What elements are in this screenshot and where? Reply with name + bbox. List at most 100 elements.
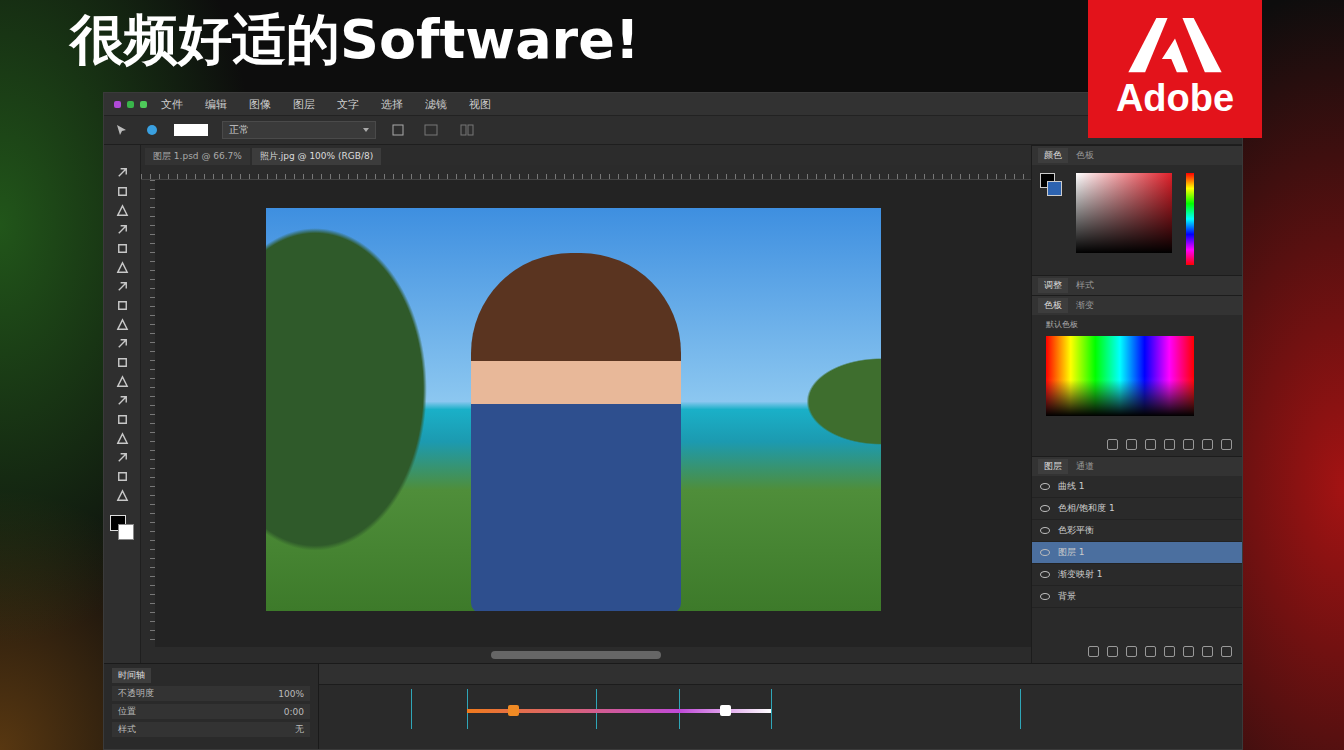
layer-action-icon[interactable]: [1107, 646, 1118, 657]
range-handle[interactable]: [720, 705, 731, 716]
panel-action-icon[interactable]: [1164, 439, 1175, 450]
panel-tab[interactable]: 色板: [1038, 298, 1068, 313]
tool-icon[interactable]: [115, 374, 130, 389]
layer-action-icon[interactable]: [1088, 646, 1099, 657]
document-tab[interactable]: 照片.jpg @ 100% (RGB/8): [252, 148, 381, 165]
timeline-track[interactable]: [319, 685, 1242, 749]
panel-action-icon[interactable]: [1145, 439, 1156, 450]
layer-action-icon[interactable]: [1183, 646, 1194, 657]
document-tabs: 图层 1.psd @ 66.7%照片.jpg @ 100% (RGB/8): [141, 145, 1031, 165]
panel-tab[interactable]: 渐变: [1070, 298, 1100, 313]
app-dot-icon: [140, 101, 147, 108]
right-panels: 颜色色板调整样式色板渐变默认色板图层通道曲线 1色相/饱和度 1色彩平衡图层 1…: [1031, 145, 1242, 663]
layer-row[interactable]: 曲线 1: [1032, 476, 1242, 498]
eye-icon[interactable]: [1040, 593, 1050, 600]
tool-icon[interactable]: [115, 222, 130, 237]
panel-tab[interactable]: 调整: [1038, 278, 1068, 293]
color-picker[interactable]: [1076, 173, 1172, 253]
canvas[interactable]: [141, 180, 1031, 647]
tool-icon[interactable]: [115, 469, 130, 484]
layer-action-icon[interactable]: [1145, 646, 1156, 657]
fg-bg-color-icon[interactable]: [1040, 173, 1062, 197]
dropdown-icon: [363, 128, 369, 132]
menu-bar: 文件编辑图像图层文字选择滤镜视图: [104, 93, 1242, 115]
tool-icon[interactable]: [115, 241, 130, 256]
app-dot-icon: [127, 101, 134, 108]
eye-icon[interactable]: [1040, 527, 1050, 534]
menu-item[interactable]: 编辑: [197, 97, 235, 112]
panel-action-icon[interactable]: [1202, 439, 1213, 450]
layer-action-icon[interactable]: [1164, 646, 1175, 657]
layer-action-icon[interactable]: [1221, 646, 1232, 657]
tool-icon[interactable]: [115, 203, 130, 218]
layer-row[interactable]: 背景: [1032, 586, 1242, 608]
color-panel-tabs: 颜色色板: [1032, 145, 1242, 165]
app-dot-icon: [114, 101, 121, 108]
layer-row[interactable]: 图层 1: [1032, 542, 1242, 564]
menu-item[interactable]: 文件: [153, 97, 191, 112]
eye-icon[interactable]: [1040, 483, 1050, 490]
tool-icon[interactable]: [115, 279, 130, 294]
menu-item[interactable]: 图像: [241, 97, 279, 112]
tool-icon[interactable]: [115, 184, 130, 199]
tool-icon[interactable]: [115, 431, 130, 446]
panel-tab[interactable]: 样式: [1070, 278, 1100, 293]
layers-list: 曲线 1色相/饱和度 1色彩平衡图层 1渐变映射 1背景: [1032, 476, 1242, 608]
tool-icon[interactable]: [115, 317, 130, 332]
timeline-row[interactable]: 不透明度100%: [112, 686, 310, 701]
timeline-row[interactable]: 样式无: [112, 722, 310, 737]
tool-icon[interactable]: [115, 336, 130, 351]
align-icon[interactable]: [456, 122, 478, 138]
document-tab[interactable]: 图层 1.psd @ 66.7%: [145, 148, 250, 165]
scroll-thumb[interactable]: [491, 651, 661, 659]
eye-icon[interactable]: [1040, 571, 1050, 578]
tool-icon[interactable]: [115, 165, 130, 180]
transform-icon[interactable]: [390, 122, 406, 138]
layer-row[interactable]: 色相/饱和度 1: [1032, 498, 1242, 520]
layer-row[interactable]: 色彩平衡: [1032, 520, 1242, 542]
keyframe-marker[interactable]: [411, 689, 412, 729]
tool-icon[interactable]: [115, 298, 130, 313]
move-tool-icon[interactable]: [114, 122, 130, 138]
eye-icon[interactable]: [1040, 505, 1050, 512]
timeline-row[interactable]: 位置0:00: [112, 704, 310, 719]
panel-action-icon[interactable]: [1107, 439, 1118, 450]
tool-icon[interactable]: [115, 450, 130, 465]
panel-tab[interactable]: 颜色: [1038, 148, 1068, 163]
spectrum[interactable]: [1046, 336, 1194, 416]
tool-icon[interactable]: [115, 488, 130, 503]
blend-mode-field[interactable]: 正常: [222, 121, 376, 139]
menu-item[interactable]: 选择: [373, 97, 411, 112]
eye-icon[interactable]: [1040, 549, 1050, 556]
tool-icon[interactable]: [115, 260, 130, 275]
timeline-tab[interactable]: 时间轴: [112, 668, 151, 683]
range-handle[interactable]: [508, 705, 519, 716]
tool-icon[interactable]: [115, 412, 130, 427]
brush-icon[interactable]: [144, 122, 160, 138]
layer-row[interactable]: 渐变映射 1: [1032, 564, 1242, 586]
menu-item[interactable]: 文字: [329, 97, 367, 112]
menu-item[interactable]: 图层: [285, 97, 323, 112]
color-swatch[interactable]: [174, 124, 208, 136]
frame-icon[interactable]: [420, 122, 442, 138]
menu-item[interactable]: 滤镜: [417, 97, 455, 112]
panel-action-icon[interactable]: [1183, 439, 1194, 450]
tool-icon[interactable]: [115, 393, 130, 408]
panel-tab[interactable]: 通道: [1070, 459, 1100, 474]
tool-icon[interactable]: [115, 355, 130, 370]
panel-tab[interactable]: 图层: [1038, 459, 1068, 474]
keyframe-marker[interactable]: [771, 689, 772, 729]
hue-slider[interactable]: [1186, 173, 1194, 265]
layer-action-icon[interactable]: [1126, 646, 1137, 657]
panel-action-icon[interactable]: [1221, 439, 1232, 450]
person-figure: [471, 253, 681, 611]
keyframe-marker[interactable]: [1020, 689, 1021, 729]
layer-action-icon[interactable]: [1202, 646, 1213, 657]
adobe-a-icon: [1128, 18, 1222, 74]
panel-action-icon[interactable]: [1126, 439, 1137, 450]
panel-tab[interactable]: 色板: [1070, 148, 1100, 163]
menu-item[interactable]: 视图: [461, 97, 499, 112]
page: 很频好适的Software!文件编辑图像图层文字选择滤镜视图正常图层 1.psd…: [0, 0, 1344, 750]
fg-bg-color-icon[interactable]: [110, 515, 134, 541]
swatch-panel: 默认色板: [1032, 315, 1242, 433]
